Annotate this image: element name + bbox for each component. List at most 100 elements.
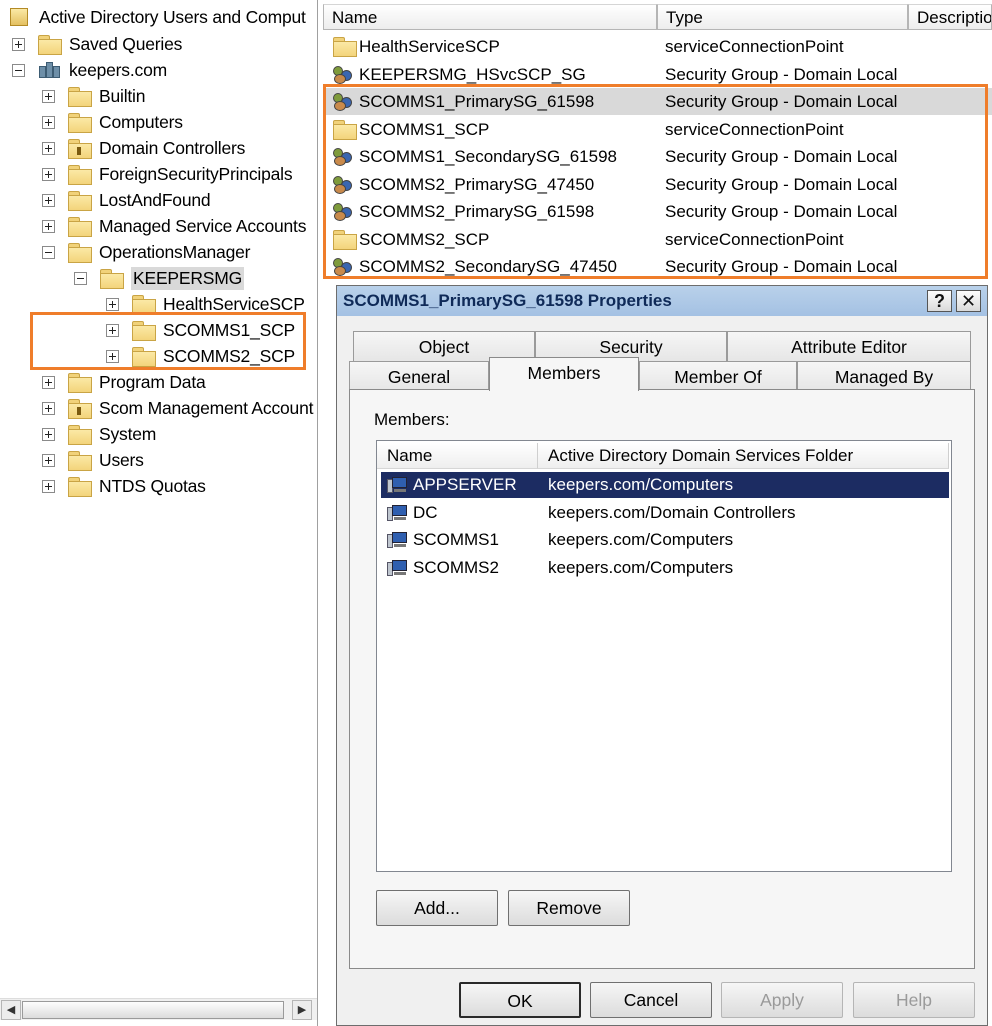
tree-horizontal-scrollbar[interactable]: ◀ ▶ [0,998,317,1020]
member-row[interactable]: SCOMMS1 keepers.com/Computers [381,527,949,553]
member-folder: keepers.com/Domain Controllers [548,502,796,522]
properties-dialog: SCOMMS1_PrimarySG_61598 Properties ? ✕ O… [336,285,988,1026]
tree-item-ntds-quotas[interactable]: NTDS Quotas [42,473,206,499]
list-row-name: SCOMMS2_PrimarySG_61598 [359,202,595,221]
tree-item-keepersmg[interactable]: KEEPERSMG [74,265,245,291]
column-header-name[interactable]: Name [323,4,657,30]
list-row[interactable]: SCOMMS1_PrimarySG_61598 Security Group - … [323,88,992,115]
tree-item-label: SCOMMS2_SCP [163,345,295,366]
console-book-icon [8,7,30,27]
tab-attribute-editor[interactable]: Attribute Editor [727,331,971,361]
apply-button[interactable]: Apply [721,982,843,1018]
tree-item-scomms1-scp[interactable]: SCOMMS1_SCP [106,317,295,343]
collapse-icon[interactable] [12,63,25,77]
expand-icon[interactable] [42,89,55,103]
list-row-type: Security Group - Domain Local [665,64,898,84]
column-header-type[interactable]: Type [657,4,908,30]
expand-icon[interactable] [106,349,119,363]
ok-button[interactable]: OK [459,982,581,1018]
list-row[interactable]: SCOMMS2_PrimarySG_47450 Security Group - … [323,171,992,198]
list-row[interactable]: KEEPERSMG_HSvcSCP_SG Security Group - Dom… [323,61,992,88]
tree-item-system[interactable]: System [42,421,156,447]
folder-icon [68,191,92,211]
computer-icon [387,476,409,494]
tab-members[interactable]: Members [489,357,639,391]
dialog-title-bar[interactable]: SCOMMS1_PrimarySG_61598 Properties [337,286,987,316]
scroll-right-arrow-icon[interactable]: ▶ [292,1000,312,1020]
member-folder: keepers.com/Computers [548,530,734,549]
folder-icon [132,347,156,367]
members-column-folder[interactable]: Active Directory Domain Services Folder [538,443,949,469]
members-list[interactable]: Name Active Directory Domain Services Fo… [376,440,952,872]
member-row[interactable]: DC keepers.com/Domain Controllers [381,500,949,526]
tree-item-saved-queries[interactable]: Saved Queries [12,31,182,57]
expand-icon[interactable] [42,401,55,415]
tab-member-of[interactable]: Member Of [639,361,797,391]
remove-button[interactable]: Remove [508,890,630,926]
folder-icon [333,37,357,57]
security-group-icon [331,146,357,168]
add-button[interactable]: Add... [376,890,498,926]
list-row[interactable]: SCOMMS2_PrimarySG_61598 Security Group - … [323,198,992,225]
members-column-name[interactable]: Name [377,443,538,469]
expand-icon[interactable] [42,375,55,389]
list-row-name: SCOMMS2_PrimarySG_47450 [359,174,595,194]
list-row-name: SCOMMS1_SecondarySG_61598 [359,147,617,166]
expand-icon[interactable] [42,453,55,467]
collapse-icon[interactable] [74,271,87,285]
help-button[interactable]: Help [853,982,975,1018]
member-name: SCOMMS1 [413,530,499,549]
scroll-left-arrow-icon[interactable]: ◀ [1,1000,21,1020]
expand-icon[interactable] [106,297,119,311]
close-icon[interactable]: ✕ [956,290,981,312]
expand-icon[interactable] [42,427,55,441]
security-group-icon [331,91,357,113]
tree-item-domain-controllers[interactable]: Domain Controllers [42,135,245,161]
tree-item-label: Managed Service Accounts [99,215,307,236]
column-header-description[interactable]: Descriptio [908,4,992,30]
tab-managed-by[interactable]: Managed By [797,361,971,391]
tab-general[interactable]: General [349,361,489,391]
collapse-icon[interactable] [42,245,55,259]
tree-item-label: Program Data [99,371,206,392]
expand-icon[interactable] [42,193,55,207]
list-row[interactable]: SCOMMS2_SecondarySG_47450 Security Group … [323,253,992,280]
ou-folder-icon [68,139,92,159]
member-row[interactable]: SCOMMS2 keepers.com/Computers [381,555,949,581]
tree-item-lostandfound[interactable]: LostAndFound [42,187,211,213]
tree-item-operationsmanager[interactable]: OperationsManager [42,239,250,265]
tree-item-managed-service-accounts[interactable]: Managed Service Accounts [42,213,306,239]
tree-item-keepers-com[interactable]: keepers.com [12,57,167,83]
expand-icon[interactable] [12,37,25,51]
expand-icon[interactable] [42,141,55,155]
tree-item-scom-management-account[interactable]: Scom Management Account [42,395,313,421]
tree-item-label: Domain Controllers [99,137,246,158]
help-icon[interactable]: ? [927,290,952,312]
list-row-type: Security Group - Domain Local [665,174,898,194]
expand-icon[interactable] [42,479,55,493]
tree-item-foreignsecurityprincipals[interactable]: ForeignSecurityPrincipals [42,161,293,187]
list-row[interactable]: SCOMMS2_SCP serviceConnectionPoint [323,226,992,253]
tree-item-healthservicescp[interactable]: HealthServiceSCP [106,291,305,317]
member-row[interactable]: APPSERVER keepers.com/Computers [381,472,949,498]
folder-icon [68,87,92,107]
tree-item-label: System [99,423,157,444]
scroll-thumb[interactable] [22,1001,284,1019]
list-row[interactable]: SCOMMS1_SCP serviceConnectionPoint [323,116,992,143]
expand-icon[interactable] [42,115,55,129]
expand-icon[interactable] [42,167,55,181]
list-row[interactable]: SCOMMS1_SecondarySG_61598 Security Group … [323,143,992,170]
expand-icon[interactable] [106,323,119,337]
list-row[interactable]: HealthServiceSCP serviceConnectionPoint [323,33,992,60]
tree-item-label: Users [99,449,144,470]
cancel-button[interactable]: Cancel [590,982,712,1018]
tree-item-builtin[interactable]: Builtin [42,83,145,109]
computer-icon [387,504,409,522]
list-row-type: serviceConnectionPoint [665,229,844,249]
tree-item-users[interactable]: Users [42,447,144,473]
tree-item-computers[interactable]: Computers [42,109,183,135]
tree-item-scomms2-scp[interactable]: SCOMMS2_SCP [106,343,295,369]
tree-root[interactable]: Active Directory Users and Comput [8,4,306,30]
expand-icon[interactable] [42,219,55,233]
tree-item-program-data[interactable]: Program Data [42,369,206,395]
